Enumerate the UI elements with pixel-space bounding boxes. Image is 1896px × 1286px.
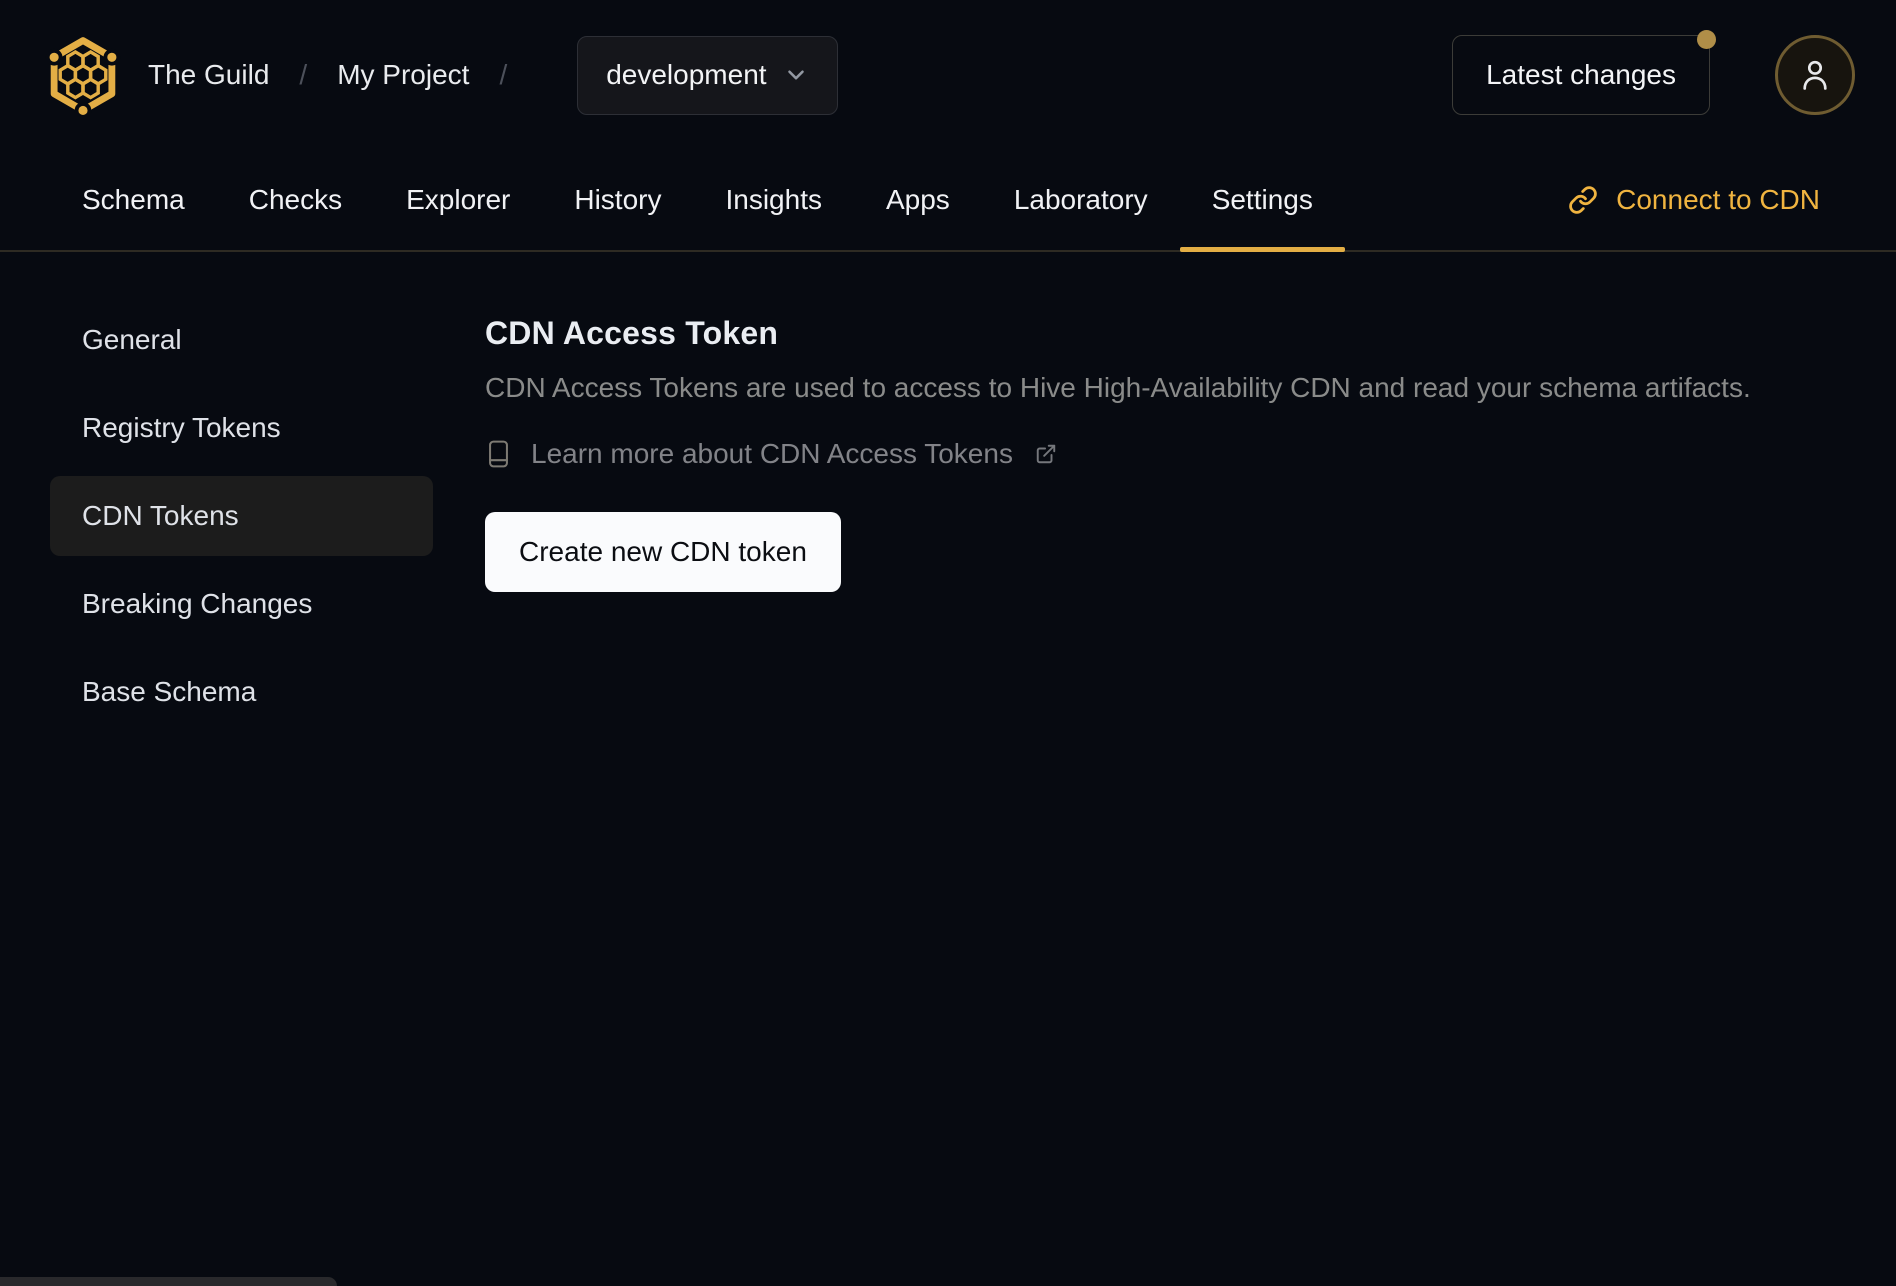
chevron-down-icon [787,70,804,80]
link-icon [1569,186,1597,214]
page-description: CDN Access Tokens are used to access to … [485,372,1751,403]
environment-select[interactable]: development [577,35,838,115]
user-icon [1803,60,1827,90]
tab-checks[interactable]: Checks [217,150,374,250]
sidebar-item-registry-tokens[interactable]: Registry Tokens [50,388,433,468]
notification-dot [1697,30,1716,49]
hive-logo-icon[interactable] [45,36,121,115]
user-avatar-button[interactable] [1775,35,1855,115]
tab-history[interactable]: History [542,150,693,250]
breadcrumb-separator: / [299,59,308,90]
sidebar-item-base-schema[interactable]: Base Schema [50,652,433,732]
breadcrumb-project[interactable]: My Project [337,59,469,91]
sidebar-item-breaking-changes[interactable]: Breaking Changes [50,564,433,644]
target-tabbar: Schema Checks Explorer History Insights … [0,150,1896,252]
breadcrumb-org[interactable]: The Guild [148,59,269,91]
settings-content: General Registry Tokens CDN Tokens Break… [0,252,1896,732]
cdn-token-panel: CDN Access Token CDN Access Tokens are u… [485,312,1896,592]
sidebar-item-general[interactable]: General [50,300,433,380]
tab-apps[interactable]: Apps [854,150,982,250]
latest-changes-button[interactable]: Latest changes [1452,30,1716,115]
book-icon [489,440,508,468]
tab-settings[interactable]: Settings [1179,150,1346,252]
connect-to-cdn-link[interactable]: Connect to CDN [1568,150,1820,250]
environment-select-value: development [606,59,767,90]
learn-more-label: Learn more about CDN Access Tokens [531,438,1013,469]
breadcrumb-separator: / [499,59,508,90]
connect-to-cdn-label: Connect to CDN [1616,184,1820,215]
tab-insights[interactable]: Insights [693,150,854,250]
sidebar-item-cdn-tokens[interactable]: CDN Tokens [50,476,433,556]
create-cdn-token-button[interactable]: Create new CDN token [485,512,841,592]
external-link-icon [1036,444,1056,464]
toast-peek [0,1277,337,1286]
page-title: CDN Access Token [485,315,779,351]
tab-explorer[interactable]: Explorer [374,150,542,250]
tab-schema[interactable]: Schema [50,150,217,250]
app-header: The Guild / My Project / development Lat… [0,0,1896,150]
settings-side-nav: General Registry Tokens CDN Tokens Break… [50,300,433,732]
latest-changes-label: Latest changes [1486,59,1676,90]
tab-laboratory[interactable]: Laboratory [982,150,1180,250]
learn-more-link[interactable]: Learn more about CDN Access Tokens [485,438,1057,470]
